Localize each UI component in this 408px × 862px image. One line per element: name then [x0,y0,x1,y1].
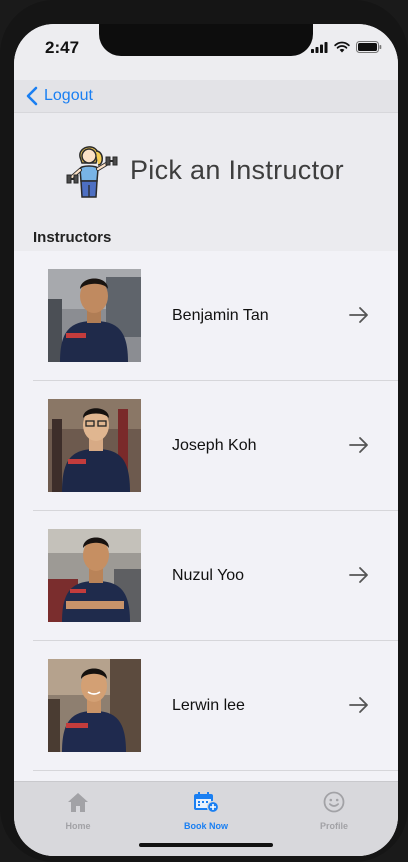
status-time: 2:47 [45,38,80,57]
calendar-add-icon [194,792,220,814]
arrow-right-icon[interactable] [348,566,370,584]
page-title-group: Pick an Instructor [66,141,344,199]
tab-home-label: Home [65,821,91,831]
signal-icon [311,41,328,53]
instructor-row[interactable]: Benjamin Tan [14,251,398,381]
instructor-photo [48,529,141,622]
device-frame: 2:47 Logout Pick an Instructor Instructo… [0,0,408,862]
instructor-photo [48,659,141,752]
app-screen: 2:47 Logout Pick an Instructor Instructo… [14,24,398,856]
chevron-left-icon [26,86,38,106]
home-indicator[interactable] [139,843,273,847]
instructor-row[interactable]: Joseph Koh [14,381,398,511]
logout-label: Logout [44,87,93,104]
arrow-right-icon[interactable] [348,436,370,454]
instructor-row[interactable]: Lerwin lee [14,641,398,771]
fitness-instructor-icon [66,146,118,198]
instructor-row[interactable]: Nuzul Yoo [14,511,398,641]
instructor-photo [48,399,141,492]
instructor-photo [48,269,141,362]
status-icons [311,41,382,53]
tab-profile-label: Profile [319,821,348,831]
device-notch [99,24,313,56]
tab-book-now-label: Book Now [184,821,228,831]
instructor-name: Lerwin lee [172,697,245,714]
page-title: Pick an Instructor [130,154,344,185]
tab-profile[interactable]: Profile [284,791,384,831]
section-label-instructors: Instructors [33,229,112,246]
instructor-name: Nuzul Yoo [172,567,245,584]
logout-button[interactable]: Logout [26,80,93,112]
home-icon [68,793,88,812]
smiley-icon [323,791,345,813]
wifi-icon [334,41,350,53]
instructor-name: Benjamin Tan [172,307,269,324]
arrow-right-icon[interactable] [348,306,370,324]
row-divider [33,770,398,771]
instructor-list: Benjamin Tan Joseph Koh Nuzul Yoo Lerwin… [14,251,398,782]
arrow-right-icon[interactable] [348,696,370,714]
navigation-bar: Logout [14,80,398,112]
instructor-name: Joseph Koh [172,437,257,454]
battery-icon [356,41,382,53]
tab-book-now[interactable]: Book Now [156,791,256,831]
tab-home[interactable]: Home [28,791,128,831]
